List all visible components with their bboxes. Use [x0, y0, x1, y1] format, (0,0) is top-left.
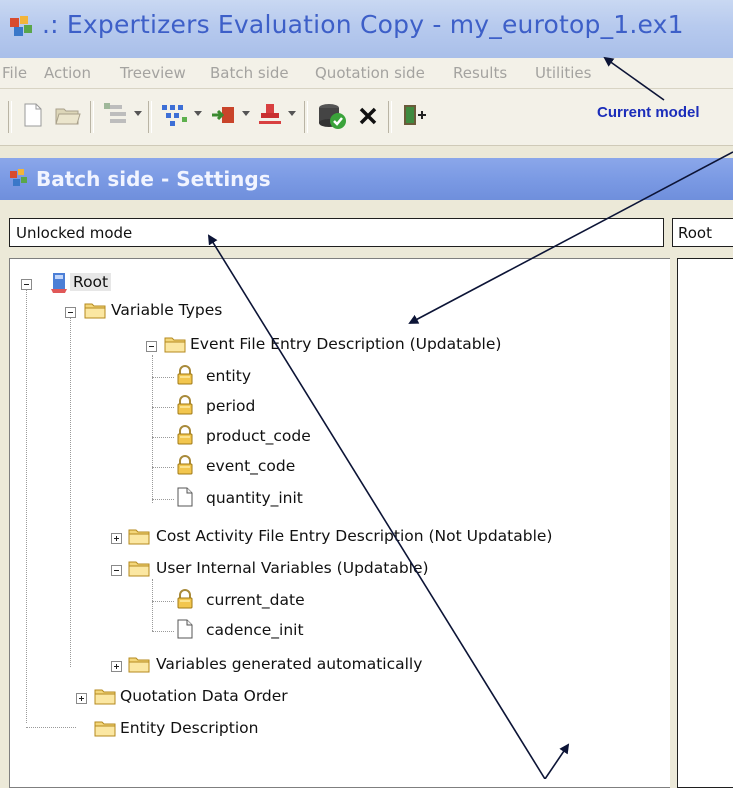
- tree-node-current-date[interactable]: current_date: [10, 589, 310, 613]
- expand-toggle[interactable]: [111, 661, 122, 672]
- menu-quotation-side[interactable]: Quotation side: [315, 64, 425, 82]
- tree-node-vars-generated[interactable]: Variables generated automatically: [10, 653, 570, 677]
- tree-label: Event File Entry Description (Updatable): [190, 335, 502, 353]
- window-title: .: Expertizers Evaluation Copy - my_euro…: [42, 10, 684, 39]
- collapse-toggle[interactable]: [21, 279, 32, 290]
- tree-node-quantity-init[interactable]: quantity_init: [10, 487, 310, 511]
- stamp-icon[interactable]: [256, 101, 284, 131]
- folder-icon: [128, 655, 150, 673]
- tree-label: User Internal Variables (Updatable): [156, 559, 429, 577]
- menu-results[interactable]: Results: [453, 64, 507, 82]
- toolbar-separator: [90, 101, 94, 133]
- collapse-toggle[interactable]: [146, 341, 157, 352]
- tree-node-user-internal[interactable]: User Internal Variables (Updatable): [10, 557, 570, 581]
- window-title-bar: .: Expertizers Evaluation Copy - my_euro…: [0, 0, 733, 58]
- stamp-dropdown[interactable]: [288, 111, 296, 116]
- toolbar-separator: [304, 101, 308, 133]
- open-folder-icon[interactable]: [54, 101, 82, 131]
- menu-file[interactable]: File: [2, 64, 27, 82]
- new-document-icon[interactable]: [22, 101, 44, 131]
- lock-icon: [176, 425, 194, 445]
- delete-icon[interactable]: [356, 101, 380, 131]
- lock-icon: [176, 365, 194, 385]
- lock-icon: [176, 589, 194, 609]
- tree-node-product-code[interactable]: product_code: [10, 425, 311, 449]
- toolbar-separator: [388, 101, 392, 133]
- tree-label: current_date: [206, 591, 305, 609]
- panel-title: Batch side - Settings: [36, 167, 271, 191]
- app-logo-icon: [8, 14, 38, 42]
- folder-icon: [94, 719, 116, 737]
- folder-icon: [164, 335, 186, 353]
- folder-icon: [128, 527, 150, 545]
- settings-logo-icon: [8, 167, 32, 195]
- tree-node-period[interactable]: period: [10, 395, 310, 419]
- tree-label: Cost Activity File Entry Description (No…: [156, 527, 553, 545]
- expand-toggle[interactable]: [76, 693, 87, 704]
- document-icon: [177, 619, 193, 639]
- collapse-toggle[interactable]: [65, 307, 76, 318]
- grid-tool-icon[interactable]: [160, 101, 190, 131]
- detail-pane[interactable]: [677, 258, 733, 788]
- import-icon[interactable]: [210, 101, 238, 131]
- tree-label: Quotation Data Order: [120, 687, 288, 705]
- tree-node-cadence-init[interactable]: cadence_init: [10, 619, 310, 643]
- toolbar-separator: [8, 101, 12, 133]
- folder-icon: [94, 687, 116, 705]
- tree-label: Variable Types: [111, 301, 223, 319]
- menu-action[interactable]: Action: [44, 64, 91, 82]
- tree-label: quantity_init: [206, 489, 303, 507]
- tree-node-entity-description[interactable]: Entity Description: [10, 717, 570, 741]
- tree-label: Entity Description: [120, 719, 259, 737]
- exit-icon[interactable]: [400, 101, 428, 131]
- validate-icon[interactable]: [316, 101, 348, 131]
- tree-node-event-code[interactable]: event_code: [10, 455, 310, 479]
- folder-icon: [84, 301, 106, 319]
- tree-label: cadence_init: [206, 621, 304, 639]
- tree-label: product_code: [206, 427, 311, 445]
- tree-node-quotation-order[interactable]: Quotation Data Order: [10, 685, 570, 709]
- menu-utilities[interactable]: Utilities: [535, 64, 591, 82]
- database-icon: [49, 271, 69, 299]
- right-header: Root: [672, 218, 733, 247]
- toolbar-separator: [148, 101, 152, 133]
- current-model-annotation: Current model: [597, 104, 700, 121]
- add-item-dropdown[interactable]: [134, 111, 142, 116]
- menu-bar: File Action Treeview Batch side Quotatio…: [0, 58, 733, 89]
- mode-text: Unlocked mode: [16, 224, 133, 242]
- menu-batch-side[interactable]: Batch side: [210, 64, 289, 82]
- tree-label: event_code: [206, 457, 296, 475]
- tree-node-variable-types[interactable]: Variable Types: [10, 299, 310, 323]
- add-item-icon[interactable]: [102, 101, 130, 131]
- folder-icon: [128, 559, 150, 577]
- tree-label: entity: [206, 367, 251, 385]
- tree-node-event-file[interactable]: Event File Entry Description (Updatable): [10, 333, 570, 357]
- tree-node-cost-activity[interactable]: Cost Activity File Entry Description (No…: [10, 525, 670, 549]
- right-header-text: Root: [678, 224, 712, 242]
- tree-node-entity[interactable]: entity: [10, 365, 310, 389]
- lock-icon: [176, 395, 194, 415]
- tree-node-root[interactable]: Root: [10, 271, 210, 295]
- panel-title-bar: Batch side - Settings: [0, 158, 733, 200]
- collapse-toggle[interactable]: [111, 565, 122, 576]
- menu-treeview[interactable]: Treeview: [120, 64, 186, 82]
- document-icon: [177, 487, 193, 507]
- grid-tool-dropdown[interactable]: [194, 111, 202, 116]
- tree-view[interactable]: Root Variable Types Event File Entry Des…: [9, 258, 670, 788]
- tree-label: Root: [70, 273, 112, 291]
- lock-icon: [176, 455, 194, 475]
- import-dropdown[interactable]: [242, 111, 250, 116]
- tree-label: Variables generated automatically: [156, 655, 423, 673]
- expand-toggle[interactable]: [111, 533, 122, 544]
- tree-label: period: [206, 397, 256, 415]
- mode-indicator: Unlocked mode: [9, 218, 664, 247]
